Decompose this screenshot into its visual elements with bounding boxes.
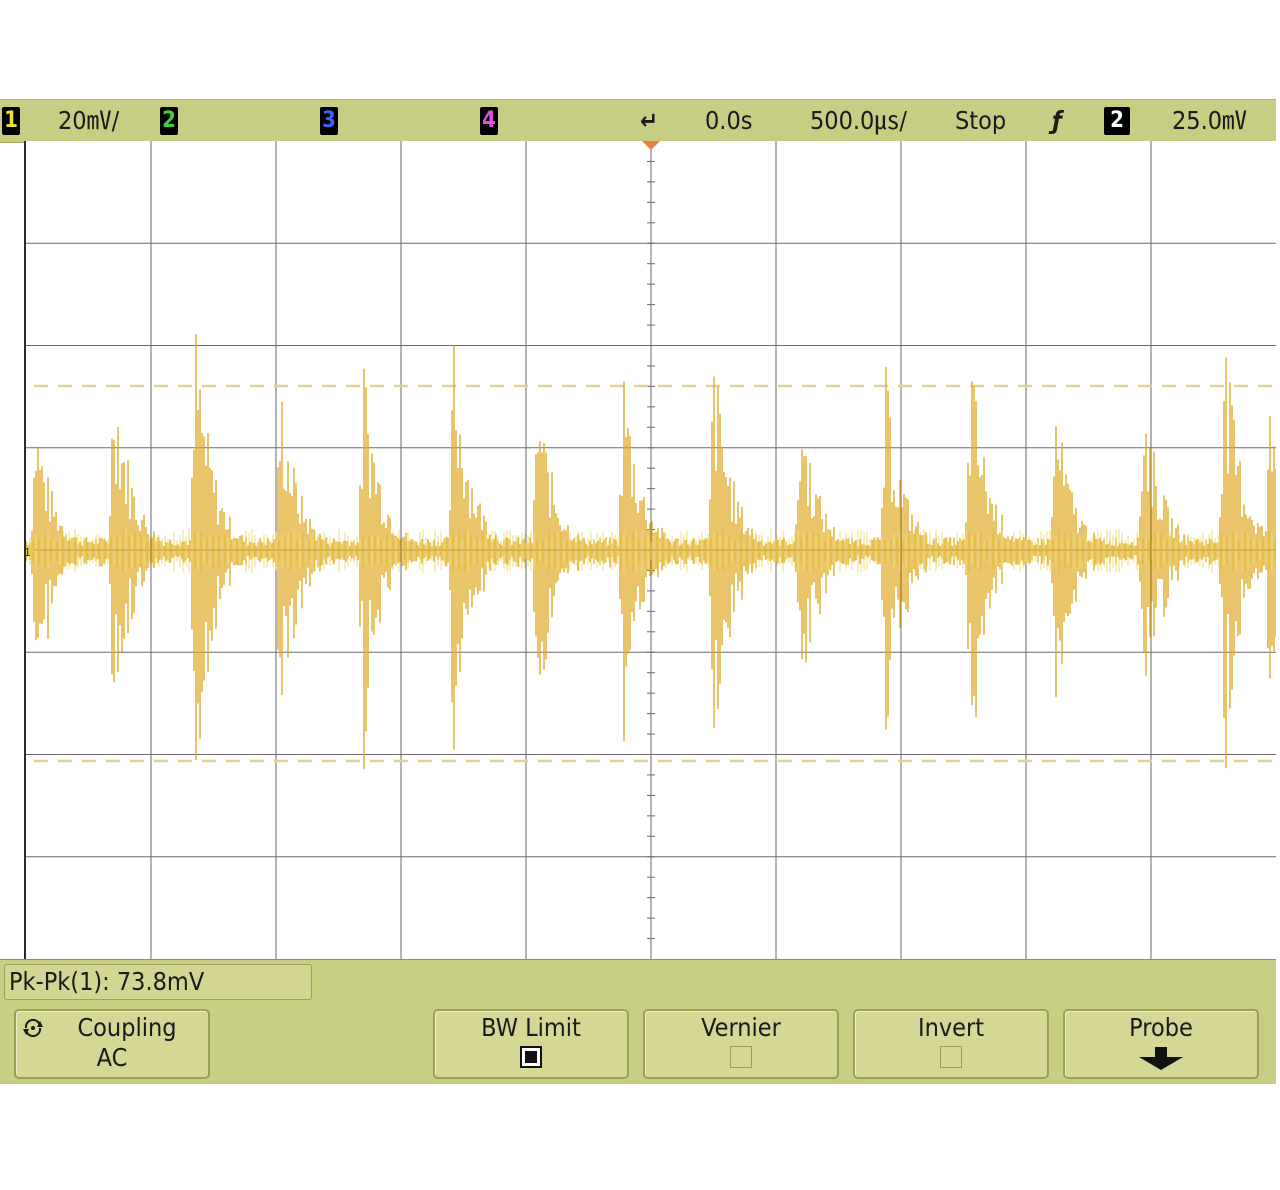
trigger-level[interactable]: 25.0㎷ (1172, 100, 1247, 142)
bw-limit-checkbox[interactable] (520, 1046, 542, 1068)
coupling-value: AC (96, 1043, 128, 1072)
channel-3-indicator[interactable]: 3 (320, 107, 338, 135)
vernier-checkbox[interactable] (730, 1046, 752, 1068)
delay-value[interactable]: 0.0s (705, 100, 752, 142)
channel-2-number: 2 (162, 108, 176, 133)
probe-label: Probe (1129, 1013, 1193, 1042)
down-arrow-icon (1137, 1045, 1185, 1071)
rotate-arrows-icon (22, 1017, 44, 1039)
vernier-label: Vernier (701, 1013, 781, 1042)
trigger-source-indicator[interactable]: 2 (1104, 107, 1130, 135)
channel-3-number: 3 (322, 108, 336, 133)
channel-1-ground-label: 1 (26, 546, 31, 559)
measurement-readout: Pk-Pk(1): 73.8mV (4, 964, 312, 1000)
invert-softkey[interactable]: Invert (853, 1009, 1049, 1079)
channel-2-indicator[interactable]: 2 (160, 107, 178, 135)
channel-4-indicator[interactable]: 4 (480, 107, 498, 135)
channel-1-number: 1 (4, 108, 18, 133)
channel-4-number: 4 (482, 108, 496, 133)
channel-1-indicator[interactable]: 1 (2, 107, 20, 135)
bw-limit-label: BW Limit (481, 1013, 581, 1042)
invert-checkbox[interactable] (940, 1046, 962, 1068)
bw-limit-softkey[interactable]: BW Limit (433, 1009, 629, 1079)
time-reference-icon: ↵ (640, 107, 659, 135)
coupling-label: Coupling (77, 1013, 177, 1042)
softkey-panel: Pk-Pk(1): 73.8mV Coupling AC BW Limit Ve… (0, 959, 1276, 1084)
screen-markers: 1 (26, 141, 660, 559)
trigger-source: 2 (1110, 108, 1124, 133)
waveform-display: 1 (24, 141, 1276, 959)
probe-softkey[interactable]: Probe (1063, 1009, 1259, 1079)
status-bar: 1 20㎷/ 2 3 4 ↵ 0.0s 500.0㎲/ Stop ƒ 2 25.… (0, 99, 1276, 143)
run-state: Stop (955, 106, 1007, 135)
waveform-canvas: 1 (26, 141, 1276, 959)
coupling-softkey[interactable]: Coupling AC (14, 1009, 210, 1079)
channel-1-scale[interactable]: 20㎷/ (58, 100, 119, 142)
trigger-position-marker (642, 141, 660, 150)
timebase-value[interactable]: 500.0㎲/ (810, 100, 907, 142)
trigger-slope-icon: ƒ (1052, 106, 1062, 135)
vernier-softkey[interactable]: Vernier (643, 1009, 839, 1079)
invert-label: Invert (917, 1013, 985, 1042)
